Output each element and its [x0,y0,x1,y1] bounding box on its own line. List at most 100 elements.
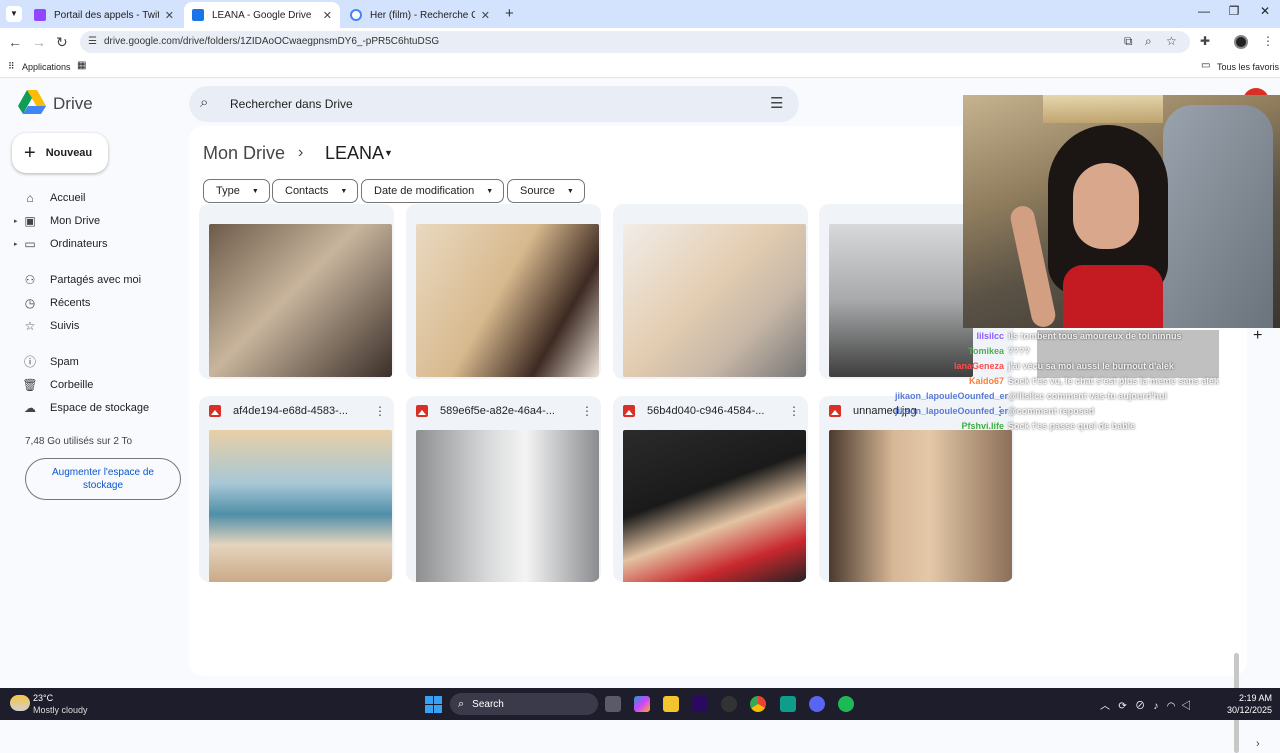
image-thumbnail[interactable] [416,224,599,377]
filter-modified-date[interactable]: Date de modification ▼ [361,179,505,203]
chat-username[interactable]: lanaGeneza [895,361,1008,371]
tab-google-search[interactable]: Her (film) - Recherche Google ✕ [342,2,498,28]
show-side-panel-icon[interactable]: › [1256,738,1260,750]
new-tab-icon[interactable]: + [505,5,514,22]
image-thumbnail[interactable] [623,224,806,377]
breadcrumb-my-drive[interactable]: Mon Drive [203,143,285,164]
reload-icon[interactable]: ↻ [56,34,68,51]
taskbar-search[interactable]: ⌕ Search [450,693,598,715]
search-options-icon[interactable]: ☰ [770,94,783,112]
tab-twitch[interactable]: Portail des appels - Twitch ✕ [26,2,182,28]
install-app-icon[interactable]: ⧉ [1124,34,1133,49]
sidebar-item-home[interactable]: ⌂ Accueil [14,189,85,207]
back-icon[interactable]: ← [8,34,22,50]
bookmark-grid-icon[interactable]: ▦ [77,60,86,71]
site-info-icon[interactable]: ☰ [88,36,97,47]
tab-drive[interactable]: LEANA - Google Drive ✕ [184,2,340,28]
zoom-icon[interactable]: ⌕ [1145,34,1152,49]
weather-icon[interactable] [10,695,30,711]
upgrade-storage-button[interactable]: Augmenter l'espace de stockage [25,458,181,500]
image-thumbnail[interactable] [623,430,806,582]
tab-search-dropdown-icon[interactable]: ▼ [6,6,22,22]
task-view-icon[interactable] [605,696,621,712]
close-window-icon[interactable]: ✕ [1250,4,1280,18]
image-thumbnail[interactable] [209,224,392,377]
volume-icon[interactable]: ◁ [1181,701,1191,712]
weather-description[interactable]: Mostly cloudy [33,705,88,715]
sidebar-item-starred[interactable]: ☆ Suivis [14,317,80,335]
file-card[interactable] [199,204,394,379]
clock-time[interactable]: 2:19 AM [1212,693,1272,703]
discord-icon[interactable] [809,696,825,712]
mute-icon[interactable]: ⊘ [1135,701,1145,712]
sidebar-item-shared[interactable]: ⚇ Partagés avec moi [14,271,142,289]
chevron-up-icon[interactable]: ︿ [1100,701,1110,712]
profile-avatar[interactable] [1234,35,1248,49]
apps-grid-icon[interactable]: ⠿ [8,61,15,72]
close-tab-icon[interactable]: ✕ [165,9,174,22]
image-thumbnail[interactable] [209,430,392,582]
sidebar-item-computers[interactable]: ▸ ▭ Ordinateurs [14,235,107,253]
forward-icon[interactable]: → [32,34,46,50]
chat-username[interactable]: Tomikea [895,346,1008,356]
file-name[interactable]: af4de194-e68d-4583-... [233,405,368,417]
filter-type[interactable]: Type ▼ [203,179,270,203]
expand-caret-icon[interactable]: ▸ [14,240,22,248]
more-actions-icon[interactable]: ⋮ [374,404,386,418]
copilot-icon[interactable] [634,696,650,712]
windows-start-icon[interactable] [425,696,442,713]
folder-menu-caret-icon[interactable]: ▼ [384,148,393,158]
minimize-icon[interactable]: — [1189,4,1219,18]
file-card[interactable] [613,204,808,379]
file-card[interactable]: 589e6f5e-a82e-46a4-... ⋮ [406,396,601,582]
extensions-icon[interactable]: ✚ [1200,34,1210,48]
chat-username[interactable]: Kaido67 [895,376,1008,386]
microphone-icon[interactable]: ♪ [1153,701,1158,712]
image-thumbnail[interactable] [416,430,599,582]
close-tab-icon[interactable]: ✕ [323,9,332,22]
sidebar-item-trash[interactable]: 🗑 Corbeille [14,376,93,394]
chat-username[interactable]: Pfshvi.life [895,421,1008,431]
filter-contacts[interactable]: Contacts ▼ [272,179,359,203]
premiere-icon[interactable] [692,696,708,712]
file-card[interactable]: af4de194-e68d-4583-... ⋮ [199,396,394,582]
file-card[interactable] [406,204,601,379]
image-thumbnail[interactable] [829,430,1012,582]
clock-date[interactable]: 30/12/2025 [1212,705,1272,715]
wifi-icon[interactable]: ◠ [1167,701,1176,712]
more-actions-icon[interactable]: ⋮ [581,404,593,418]
sidebar-item-my-drive[interactable]: ▸ ▣ Mon Drive [14,212,100,230]
chrome-icon[interactable] [750,696,766,712]
file-explorer-icon[interactable] [663,696,679,712]
spotify-icon[interactable] [838,696,854,712]
weather-temperature[interactable]: 23°C [33,693,53,703]
file-name[interactable]: 56b4d040-c946-4584-... [647,405,782,417]
bookmark-applications[interactable]: Applications [22,62,71,72]
filter-source[interactable]: Source ▼ [507,179,585,203]
sidebar-item-recent[interactable]: ◷ Récents [14,294,91,312]
search-icon[interactable]: ⌕ [200,94,208,111]
expand-caret-icon[interactable]: ▸ [14,217,22,225]
chat-username[interactable]: jikaon_lapouleOounfed_er [895,406,1008,416]
file-name[interactable]: 589e6f5e-a82e-46a4-... [440,405,575,417]
new-button[interactable]: + Nouveau [12,133,108,173]
chat-username[interactable]: lilsilcc [895,331,1008,341]
add-icon[interactable]: + [1253,327,1262,345]
sync-icon[interactable]: ⟳ [1118,701,1126,712]
close-tab-icon[interactable]: ✕ [481,9,490,22]
obs-icon[interactable] [721,696,737,712]
search-placeholder[interactable]: Rechercher dans Drive [230,97,353,111]
sidebar-item-storage[interactable]: ☁ Espace de stockage [14,399,149,417]
script-app-icon[interactable] [780,696,796,712]
url-text[interactable]: drive.google.com/drive/folders/1ZIDAoOCw… [104,36,439,47]
bookmark-star-icon[interactable]: ☆ [1166,34,1177,48]
chat-username[interactable]: jikaon_lapouleOounfed_er [895,391,1008,401]
browser-menu-icon[interactable]: ⋮ [1262,34,1274,48]
bookmark-all-favorites[interactable]: Tous les favoris [1217,62,1279,72]
cloud-icon: ☁ [24,401,36,415]
more-actions-icon[interactable]: ⋮ [788,404,800,418]
restore-icon[interactable]: ❐ [1219,4,1249,18]
file-card[interactable]: 56b4d040-c946-4584-... ⋮ [613,396,808,582]
sidebar-item-spam[interactable]: ⓘ Spam [14,353,79,371]
breadcrumb-current-folder[interactable]: LEANA [325,143,384,164]
